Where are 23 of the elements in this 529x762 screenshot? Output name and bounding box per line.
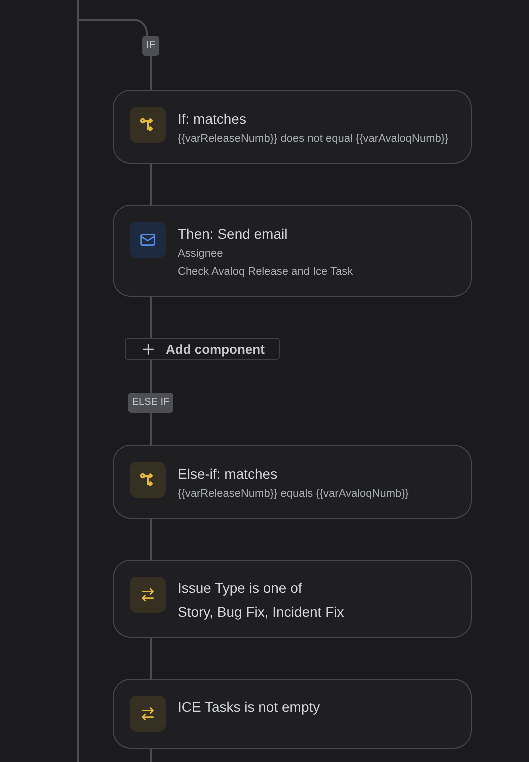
card-detail: Assignee (178, 247, 224, 262)
swap-arrows-icon (140, 587, 156, 603)
branch-label: IF (142, 36, 160, 56)
branch-label: ELSE IF (128, 393, 174, 413)
card-detail: {{varReleaseNumb}} does not equal {{varAvaloqNumb}} (178, 132, 449, 148)
rule-card[interactable]: Then: Send email Assignee Check Avaloq Release and Ice Task (113, 205, 472, 298)
card-title: Else-if: matches (178, 465, 279, 484)
card-detail: Story, Bug Fix, Incident Fix (178, 603, 344, 621)
card-detail: {{varReleaseNumb}} equals {{varAvaloqNumb}} (178, 487, 409, 502)
envelope-icon (140, 232, 156, 248)
swap-arrows-icon (140, 706, 156, 722)
add-component-button[interactable]: Add component (125, 338, 280, 360)
card-title: If: matches (178, 110, 248, 130)
rule-card[interactable]: Else-if: matches {{varReleaseNumb}} equals {{varAvaloqNumb}} (113, 445, 472, 519)
card-title: Then: Send email (178, 225, 289, 244)
branch-icon (140, 117, 156, 134)
card-title: Issue Type is one of (178, 579, 304, 598)
rule-card[interactable]: Issue Type is one of Story, Bug Fix, Incident Fix (113, 560, 472, 638)
branch-icon (140, 472, 156, 488)
card-detail: Check Avaloq Release and Ice Task (178, 265, 354, 280)
rule-card[interactable]: If: matches {{varReleaseNumb}} does not equal {{varAvaloqNumb}} (113, 90, 472, 164)
card-title: ICE Tasks is not empty (178, 698, 320, 717)
rule-card[interactable]: ICE Tasks is not empty (113, 679, 472, 749)
